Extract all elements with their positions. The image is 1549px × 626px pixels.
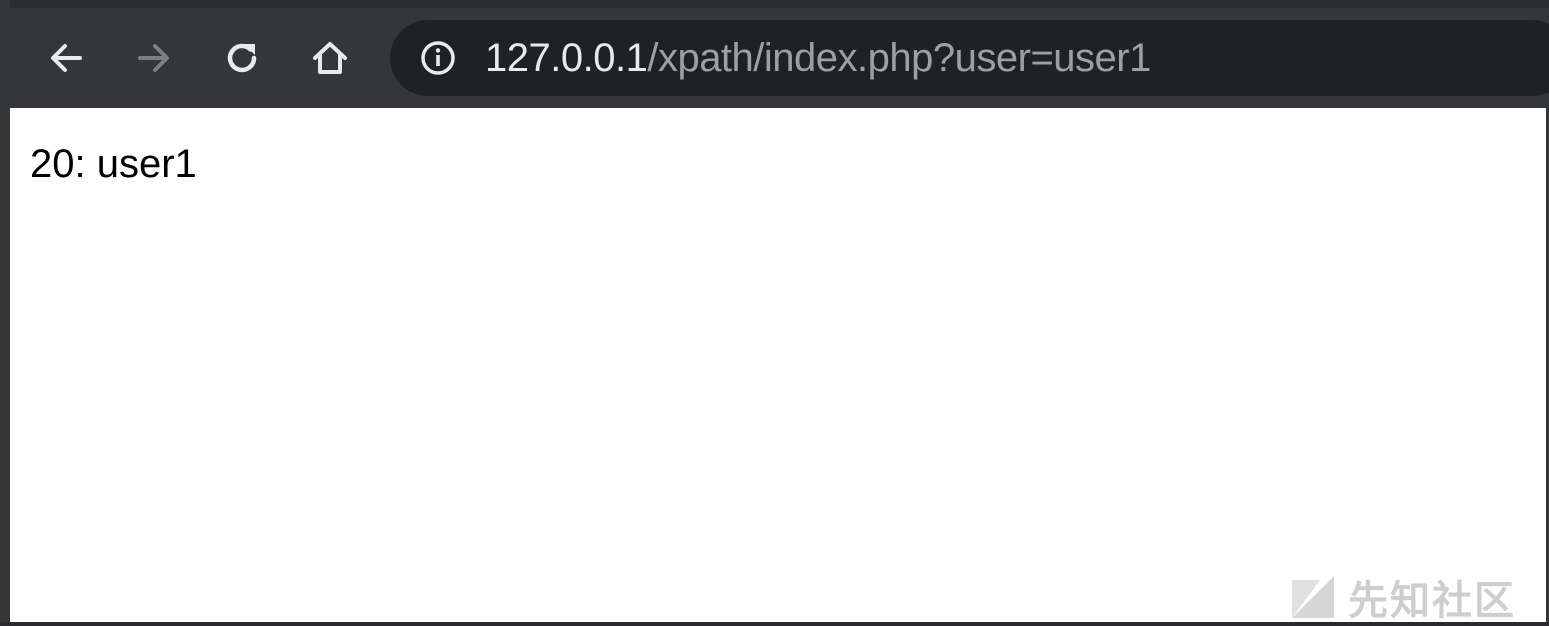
- reload-button[interactable]: [218, 34, 266, 82]
- home-button[interactable]: [306, 34, 354, 82]
- window-edge: [0, 0, 10, 622]
- watermark-logo-icon: [1292, 576, 1334, 618]
- forward-arrow-icon: [138, 44, 169, 72]
- address-bar[interactable]: 127.0.0.1/xpath/index.php?user=user1: [390, 20, 1549, 96]
- back-arrow-icon: [51, 44, 82, 72]
- browser-toolbar: 127.0.0.1/xpath/index.php?user=user1: [10, 8, 1549, 108]
- url-text[interactable]: 127.0.0.1/xpath/index.php?user=user1: [485, 34, 1151, 82]
- back-button[interactable]: [42, 34, 90, 82]
- browser-window: 127.0.0.1/xpath/index.php?user=user1 20:…: [0, 0, 1549, 624]
- watermark: 先知社区: [1290, 572, 1516, 624]
- tab-strip: [0, 0, 1549, 8]
- watermark-text: 先知社区: [1348, 578, 1516, 624]
- query-result-text: 20: user1: [30, 142, 197, 186]
- info-icon[interactable]: [420, 40, 456, 76]
- url-path: /xpath/index.php?user=user1: [647, 36, 1151, 80]
- forward-button[interactable]: [130, 34, 178, 82]
- url-host: 127.0.0.1: [485, 36, 648, 80]
- home-icon: [313, 42, 347, 74]
- reload-icon: [227, 43, 257, 73]
- page-content: 20: user1 先知社区: [10, 108, 1546, 624]
